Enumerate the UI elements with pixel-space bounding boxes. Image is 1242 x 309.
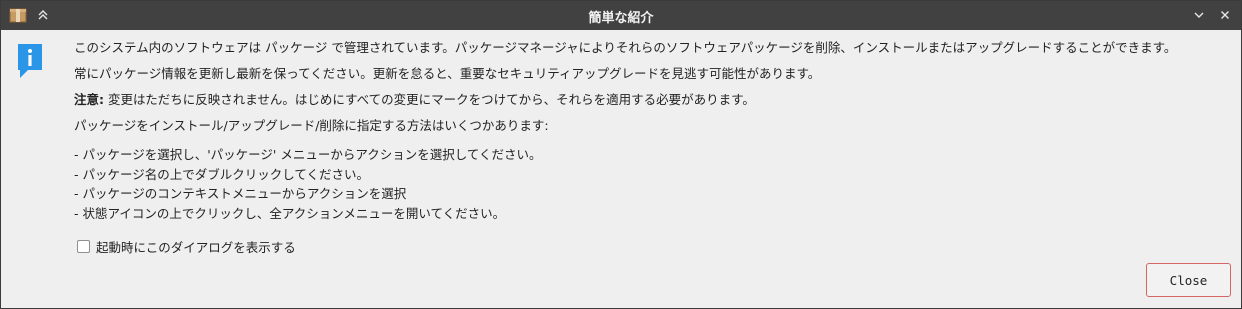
show-on-startup-option[interactable]: 起動時にこのダイアログを表示する [77, 237, 296, 256]
list-item: - パッケージを選択し、'パッケージ' メニューからアクションを選択してください… [74, 147, 542, 162]
dialog-window: 簡単な紹介 このシステム内のソフトウェアは パッケージ で管理されています。パッ… [0, 0, 1242, 309]
methods-intro: パッケージをインストール/アップグレード/削除に指定する方法はいくつかあります: [74, 118, 549, 133]
info-icon [16, 42, 44, 80]
window-title: 簡単な紹介 [588, 11, 654, 26]
note-label: 注意: [74, 92, 104, 107]
list-item: - パッケージのコンテキストメニューからアクションを選択 [74, 186, 407, 201]
update-paragraph: 常にパッケージ情報を更新し最新を保ってください。更新を怠ると、重要なセキュリティ… [74, 66, 821, 81]
show-on-startup-checkbox[interactable] [77, 240, 90, 253]
methods-list: - パッケージを選択し、'パッケージ' メニューからアクションを選択してください… [74, 145, 1231, 223]
close-button[interactable]: Close [1146, 263, 1231, 297]
list-item: - 状態アイコンの上でクリックし、全アクションメニューを開いてください。 [74, 205, 506, 221]
show-on-startup-label: 起動時にこのダイアログを表示する [96, 240, 296, 255]
title-bar[interactable]: 簡単な紹介 [1, 1, 1241, 30]
chevron-down-icon[interactable] [1191, 7, 1207, 23]
list-item: - パッケージ名の上でダブルクリックしてください。 [74, 166, 369, 182]
note-paragraph: 注意: 変更はただちに反映されません。はじめにすべての変更にマークをつけてから、… [74, 91, 1231, 108]
close-icon[interactable] [1217, 7, 1233, 23]
intro-paragraph: このシステム内のソフトウェアは パッケージ で管理されています。パッケージマネー… [74, 40, 1177, 55]
title-bar-right [1191, 7, 1233, 23]
note-text: 変更はただちに反映されません。はじめにすべての変更にマークをつけてから、それらを… [104, 92, 755, 107]
message-body: このシステム内のソフトウェアは パッケージ で管理されています。パッケージマネー… [74, 39, 1231, 223]
